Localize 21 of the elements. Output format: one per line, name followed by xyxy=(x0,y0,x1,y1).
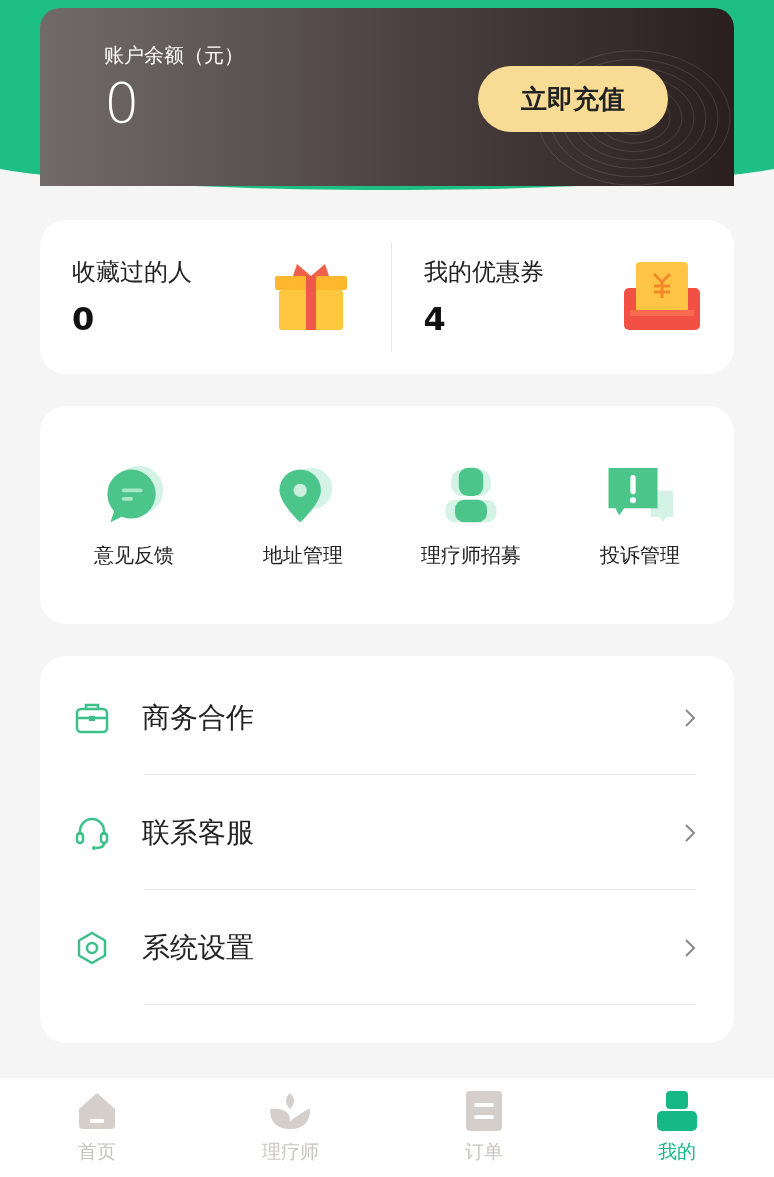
stat-value: 4 xyxy=(423,300,447,338)
document-icon xyxy=(463,1090,504,1131)
recharge-button[interactable]: 立即充值 xyxy=(478,66,668,132)
stat-label: 我的优惠券 xyxy=(423,257,544,288)
shortcut-item[interactable]: 地址管理 xyxy=(218,461,387,569)
stat-label: 收藏过的人 xyxy=(72,257,192,288)
shortcut-item[interactable]: 意见反馈 xyxy=(50,461,219,569)
menu-item[interactable]: 商务合作 xyxy=(40,660,734,775)
shortcut-item[interactable]: 理疗师招募 xyxy=(387,461,556,569)
chevron-right-icon xyxy=(684,937,696,958)
chevron-right-icon xyxy=(684,822,696,843)
stat-value: 0 xyxy=(72,300,96,338)
chevron-right-icon xyxy=(684,707,696,728)
menu-item[interactable]: 系统设置 xyxy=(40,890,734,1005)
shortcut-item[interactable]: 投诉管理 xyxy=(555,461,724,569)
person-icon xyxy=(657,1090,698,1131)
coupon-icon xyxy=(622,262,702,332)
balance-label: 账户余额（元） xyxy=(104,42,244,69)
menu-item[interactable]: 联系客服 xyxy=(40,775,734,890)
balance-amount: 0 xyxy=(104,75,141,131)
home-icon xyxy=(76,1090,117,1131)
